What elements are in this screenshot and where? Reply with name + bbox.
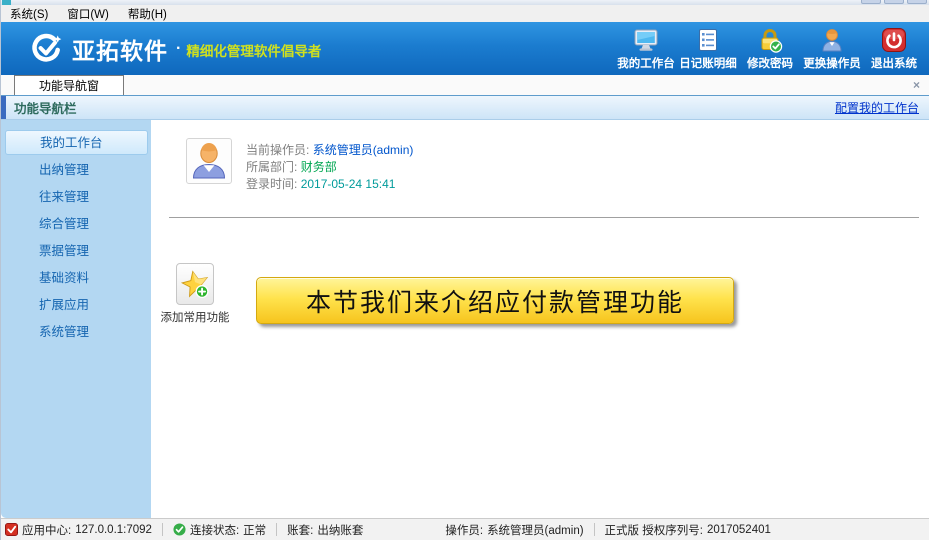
app-icon [2,0,11,5]
exit-system-button[interactable]: 退出系统 [863,27,925,71]
sidebar-item-basic-data[interactable]: 基础资料 [1,265,151,292]
connection-status: 连接状态: 正常 [163,522,276,538]
account-set-label: 账套: [287,522,313,538]
tab-strip: 功能导航窗 × [1,75,929,96]
department-value: 财务部 [301,160,337,174]
sidebar-item-comprehensive-mgmt[interactable]: 综合管理 [1,211,151,238]
license-status: 正式版 授权序列号: 2017052401 [595,522,781,538]
add-favorite-label: 添加常用功能 [161,309,230,325]
ledger-icon [695,27,721,53]
user-info-block: 当前操作员: 系统管理员(admin) 所属部门: 财务部 登录时间: 2017… [186,138,929,195]
operator-status: 操作员: 系统管理员(admin) [435,522,593,538]
panel-accent-bar [1,96,6,119]
status-operator-value: 系统管理员(admin) [487,522,583,538]
content-area: 当前操作员: 系统管理员(admin) 所属部门: 财务部 登录时间: 2017… [151,120,929,518]
app-center-status: 应用中心: 127.0.0.1:7092 [1,522,162,538]
connection-ok-icon [173,523,186,536]
menu-window[interactable]: 窗口(W) [67,6,109,22]
configure-workbench-link[interactable]: 配置我的工作台 [835,99,919,116]
panel-title: 功能导航栏 [14,98,77,117]
brand-header: 亚拓软件 · 精细化管理软件倡导者 我的工作台 [1,22,929,75]
journal-detail-button[interactable]: 日记账明细 [677,27,739,71]
avatar-person-icon [189,141,229,181]
power-icon [881,27,907,53]
sidebar-item-contacts-mgmt[interactable]: 往来管理 [1,184,151,211]
sidebar-item-my-workbench[interactable]: 我的工作台 [5,130,148,155]
license-value: 2017052401 [707,524,771,536]
app-center-value: 127.0.0.1:7092 [75,524,152,536]
account-set-value: 出纳账套 [317,522,363,538]
title-bar [1,0,929,5]
sidebar-item-system-mgmt[interactable]: 系统管理 [1,319,151,346]
tab-function-navigator[interactable]: 功能导航窗 [14,75,124,95]
sidebar-item-cashier-mgmt[interactable]: 出纳管理 [1,157,151,184]
add-favorite-icon-box [176,263,214,305]
tab-close-icon[interactable]: × [913,79,920,91]
brand-name: 亚拓软件 [72,32,168,66]
operator-value: 系统管理员(admin) [313,143,414,157]
brand-logo: 亚拓软件 · 精细化管理软件倡导者 [28,31,321,67]
app-center-label: 应用中心: [22,522,71,538]
brand-logo-icon [28,31,64,67]
panel-header: 功能导航栏 配置我的工作台 [1,96,929,120]
sidebar-item-extended-apps[interactable]: 扩展应用 [1,292,151,319]
monitor-icon [633,27,659,53]
user-info-lines: 当前操作员: 系统管理员(admin) 所属部门: 财务部 登录时间: 2017… [246,138,413,195]
connection-label: 连接状态: [190,522,239,538]
switch-operator-button[interactable]: 更换操作员 [801,27,863,71]
change-password-button[interactable]: 修改密码 [739,27,801,71]
lesson-banner: 本节我们来介绍应付款管理功能 [256,277,734,324]
add-favorite-button[interactable]: 添加常用功能 [159,263,231,325]
login-time-label: 登录时间: [246,177,297,191]
change-password-label: 修改密码 [747,55,793,71]
section-divider [169,217,919,218]
brand-dot: · [176,40,181,58]
menu-system[interactable]: 系统(S) [10,6,48,22]
my-workbench-button[interactable]: 我的工作台 [615,27,677,71]
my-workbench-label: 我的工作台 [617,55,675,71]
status-operator-label: 操作员: [445,522,483,538]
operator-label: 当前操作员: [246,143,309,157]
operator-line: 当前操作员: 系统管理员(admin) [246,141,413,158]
feature-row: 添加常用功能 本节我们来介绍应付款管理功能 [186,263,929,325]
minimize-button[interactable] [861,0,881,4]
brand-tagline: 精细化管理软件倡导者 [186,37,321,60]
maximize-button[interactable] [884,0,904,4]
exit-system-label: 退出系统 [871,55,917,71]
sidebar-item-bill-mgmt[interactable]: 票据管理 [1,238,151,265]
login-time-line: 登录时间: 2017-05-24 15:41 [246,175,413,192]
department-label: 所属部门: [246,160,297,174]
sidebar-nav: 我的工作台 出纳管理 往来管理 综合管理 票据管理 基础资料 扩展应用 系统管理 [1,120,151,518]
menu-bar: 系统(S) 窗口(W) 帮助(H) [1,5,929,22]
operator-icon [819,27,845,53]
star-add-icon [179,267,211,301]
journal-detail-label: 日记账明细 [679,55,737,71]
login-time-value: 2017-05-24 15:41 [301,177,396,191]
header-toolbar: 我的工作台 日记账明细 [615,27,925,71]
menu-help[interactable]: 帮助(H) [128,6,167,22]
lock-check-icon [757,27,783,53]
license-label: 正式版 授权序列号: [605,522,703,538]
account-set-status: 账套: 出纳账套 [277,522,373,538]
switch-operator-label: 更换操作员 [803,55,861,71]
window-controls [861,0,927,4]
app-window: 系统(S) 窗口(W) 帮助(H) 亚拓软件 · 精细化管理软件倡导者 [0,0,929,540]
main-body: 我的工作台 出纳管理 往来管理 综合管理 票据管理 基础资料 扩展应用 系统管理 [1,120,929,518]
department-line: 所属部门: 财务部 [246,158,413,175]
avatar [186,138,232,184]
connection-value: 正常 [243,522,266,538]
status-bar: 应用中心: 127.0.0.1:7092 连接状态: 正常 账套: 出纳账套 操… [1,518,929,540]
close-button[interactable] [907,0,927,4]
app-center-icon [5,523,18,536]
